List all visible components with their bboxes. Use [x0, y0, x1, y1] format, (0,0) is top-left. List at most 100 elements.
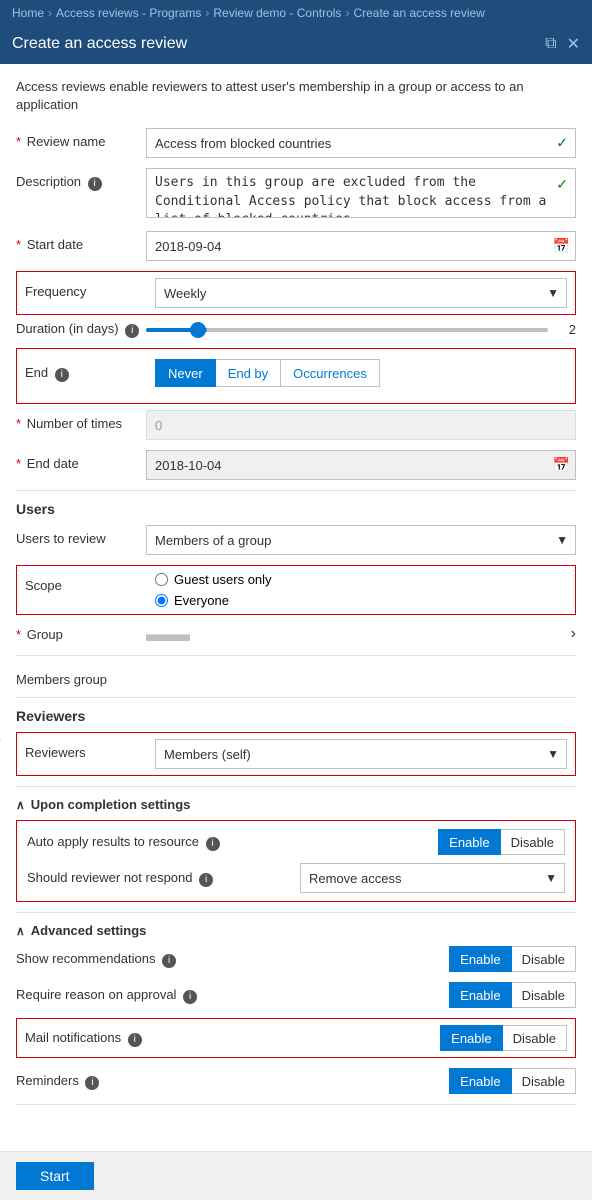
frequency-select-wrapper: Daily Weekly Monthly Quarterly Annually …: [155, 278, 567, 308]
scope-everyone-radio[interactable]: [155, 594, 168, 607]
description-textarea[interactable]: Users in this group are excluded from th…: [146, 168, 576, 218]
spacer: [16, 1115, 576, 1135]
start-button[interactable]: Start: [16, 1162, 94, 1190]
description-label: Description i: [16, 168, 146, 191]
number-of-times-row: * Number of times: [16, 410, 576, 440]
review-name-input[interactable]: [146, 128, 576, 158]
end-never-button[interactable]: Never: [155, 359, 216, 387]
num-badge-1: 1: [0, 271, 1, 285]
end-occurrences-button[interactable]: Occurrences: [281, 359, 380, 387]
num-badge-3: 3: [0, 565, 1, 579]
require-reason-disable-button[interactable]: Disable: [512, 982, 576, 1008]
auto-apply-disable-button[interactable]: Disable: [501, 829, 565, 855]
reminders-enable-button[interactable]: Enable: [449, 1068, 511, 1094]
auto-apply-info-icon[interactable]: i: [206, 837, 220, 851]
breadcrumb-controls[interactable]: Review demo - Controls: [213, 6, 341, 20]
not-respond-select[interactable]: Remove access Approve access Take recomm…: [300, 863, 565, 893]
end-info-icon[interactable]: i: [55, 368, 69, 382]
num-badge-4: 4: [0, 732, 1, 746]
reminders-info-icon[interactable]: i: [85, 1076, 99, 1090]
members-group-text: ▬▬: [146, 621, 190, 646]
required-star5: *: [16, 627, 21, 642]
reviewers-row: Reviewers Members (self) Selected review…: [25, 739, 567, 769]
scope-everyone-label: Everyone: [174, 593, 229, 608]
reviewers-label: Reviewers: [25, 739, 155, 760]
users-section-label: Users: [16, 501, 576, 517]
mail-notif-disable-button[interactable]: Disable: [503, 1025, 567, 1051]
required-star3: *: [16, 416, 21, 431]
breadcrumb-programs[interactable]: Access reviews - Programs: [56, 6, 201, 20]
end-label: End i: [25, 365, 155, 382]
group-label: * Group: [16, 627, 146, 642]
require-reason-row: Require reason on approval i Enable Disa…: [16, 982, 576, 1008]
scope-label: Scope: [25, 572, 155, 593]
completion-section-label: Upon completion settings: [31, 797, 191, 812]
group-arrow-icon[interactable]: ›: [571, 625, 576, 643]
reviewers-select[interactable]: Members (self) Selected reviewers: [155, 739, 567, 769]
not-respond-label: Should reviewer not respond i: [27, 870, 292, 887]
required-star2: *: [16, 237, 21, 252]
completion-box: Auto apply results to resource i Enable …: [16, 820, 576, 902]
show-rec-enable-button[interactable]: Enable: [449, 946, 511, 972]
not-respond-info-icon[interactable]: i: [199, 873, 213, 887]
require-reason-enable-button[interactable]: Enable: [449, 982, 511, 1008]
frequency-section: 1 Frequency Daily Weekly Monthly Quarter…: [16, 271, 576, 315]
advanced-chevron-icon: ∧: [16, 924, 25, 938]
breadcrumb-sep1: ›: [48, 6, 52, 20]
completion-section: ∧ Upon completion settings 5 Auto apply …: [16, 797, 576, 902]
divider3: [16, 786, 576, 787]
duration-info-icon[interactable]: i: [125, 324, 139, 338]
num-badge-6: 6: [0, 1018, 1, 1032]
show-rec-toggle: Enable Disable: [449, 946, 576, 972]
end-by-button[interactable]: End by: [216, 359, 281, 387]
auto-apply-enable-button[interactable]: Enable: [438, 829, 500, 855]
reviewers-section: 4 Reviewers Members (self) Selected revi…: [16, 732, 576, 776]
page-title: Create an access review: [12, 35, 187, 53]
divider4: [16, 912, 576, 913]
show-rec-row: Show recommendations i Enable Disable: [16, 946, 576, 972]
require-reason-info-icon[interactable]: i: [183, 990, 197, 1004]
restore-icon[interactable]: ⧉: [545, 35, 556, 53]
reminders-disable-button[interactable]: Disable: [512, 1068, 576, 1094]
num-badge-5: 5: [0, 820, 1, 834]
mail-notif-section: 6 Mail notifications i Enable Disable: [16, 1018, 576, 1058]
end-date-wrapper: 📅: [146, 450, 576, 480]
start-date-input[interactable]: [146, 231, 576, 261]
scope-radio-group: Guest users only Everyone: [155, 572, 272, 608]
title-bar: Create an access review ⧉ ✕: [0, 26, 592, 64]
reviewers-select-wrapper: Members (self) Selected reviewers ▼: [155, 739, 567, 769]
completion-toggle[interactable]: ∧ Upon completion settings: [16, 797, 576, 812]
duration-slider-thumb[interactable]: [190, 322, 206, 338]
scope-row: Scope Guest users only Everyone: [25, 572, 567, 608]
review-name-field-wrapper: ✓: [146, 128, 576, 158]
frequency-select[interactable]: Daily Weekly Monthly Quarterly Annually: [155, 278, 567, 308]
divider1: [16, 490, 576, 491]
breadcrumb-home[interactable]: Home: [12, 6, 44, 20]
mail-notif-info-icon[interactable]: i: [128, 1033, 142, 1047]
close-icon[interactable]: ✕: [567, 34, 580, 54]
mail-notif-label: Mail notifications i: [25, 1030, 432, 1047]
scope-guest-radio[interactable]: [155, 573, 168, 586]
start-date-label: * Start date: [16, 231, 146, 252]
start-date-calendar-icon[interactable]: 📅: [553, 238, 570, 255]
breadcrumb-current: Create an access review: [353, 6, 484, 20]
scope-guest-label: Guest users only: [174, 572, 272, 587]
description-info-icon[interactable]: i: [88, 177, 102, 191]
end-date-input: [146, 450, 576, 480]
frequency-box: Frequency Daily Weekly Monthly Quarterly…: [16, 271, 576, 315]
duration-label: Duration (in days) i: [16, 321, 146, 338]
breadcrumb-sep3: ›: [345, 6, 349, 20]
auto-apply-row: Auto apply results to resource i Enable …: [27, 829, 565, 855]
users-to-review-select[interactable]: Members of a group Assigned to an applic…: [146, 525, 576, 555]
group-value: ▬▬: [146, 621, 571, 647]
show-rec-info-icon[interactable]: i: [162, 954, 176, 968]
reminders-row: Reminders i Enable Disable: [16, 1068, 576, 1094]
mail-notif-enable-button[interactable]: Enable: [440, 1025, 502, 1051]
duration-row: Duration (in days) i 2: [16, 321, 576, 338]
number-of-times-label: * Number of times: [16, 410, 146, 431]
check-icon: ✓: [556, 135, 568, 152]
advanced-toggle[interactable]: ∧ Advanced settings: [16, 923, 576, 938]
show-rec-disable-button[interactable]: Disable: [512, 946, 576, 972]
end-buttons: Never End by Occurrences: [155, 359, 380, 387]
frequency-label: Frequency: [25, 278, 155, 299]
